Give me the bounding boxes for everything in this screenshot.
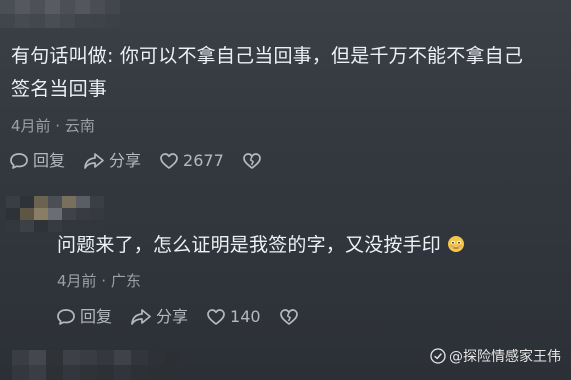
blurred-reply-avatar [6,196,106,232]
comment-like-button[interactable]: 2677 [159,151,224,171]
broken-heart-icon [279,309,298,325]
reply-share-button[interactable]: 分享 [130,307,188,327]
comment-text-line-1: 有句话叫做: 你可以不拿自己当回事，但是千万不能不拿自己 [11,45,524,67]
comment-like-count: 2677 [183,151,224,170]
comment-share-button[interactable]: 分享 [83,151,141,171]
share-arrow-icon [84,153,104,169]
reply-text: 问题来了，怎么证明是我签的字，又没按手印 [57,230,465,257]
comment-actions: 回复 分享 2677 [9,151,284,171]
comment-bubble-icon [57,309,75,325]
reply-dislike-button[interactable] [279,308,303,326]
watermark: @探险情感家王伟 [430,346,561,366]
reply-actions: 回复 分享 140 [56,307,321,327]
comment-text: 有句话叫做: 你可以不拿自己当回事，但是千万不能不拿自己 签名当回事 [11,40,571,106]
comment-bubble-icon [10,153,28,169]
share-arrow-icon [131,309,151,325]
reply-text-content: 问题来了，怎么证明是我签的字，又没按手印 [57,234,442,256]
comment-share-label: 分享 [109,151,142,170]
blurred-next-comment [12,350,182,380]
reply-share-label: 分享 [156,307,189,326]
watermark-text: @探险情感家王伟 [449,349,561,365]
reply-like-count: 140 [230,307,261,326]
comment-reply-label: 回复 [33,151,66,170]
comment-dislike-button[interactable] [242,152,266,170]
heart-icon [160,153,178,169]
reply-reply-label: 回复 [80,307,113,326]
reply-reply-button[interactable]: 回复 [56,307,112,327]
reply-meta: 4月前 · 广东 [57,272,141,290]
reply-like-button[interactable]: 140 [206,307,261,327]
heart-icon [207,309,225,325]
flushed-face-emoji-icon [448,235,465,252]
comment-reply-button[interactable]: 回复 [9,151,65,171]
comment-meta: 4月前 · 云南 [11,117,95,135]
comment-text-line-2: 签名当回事 [11,78,108,100]
author-badge-icon [430,348,446,364]
broken-heart-icon [242,153,261,169]
blurred-username-top [0,0,120,28]
